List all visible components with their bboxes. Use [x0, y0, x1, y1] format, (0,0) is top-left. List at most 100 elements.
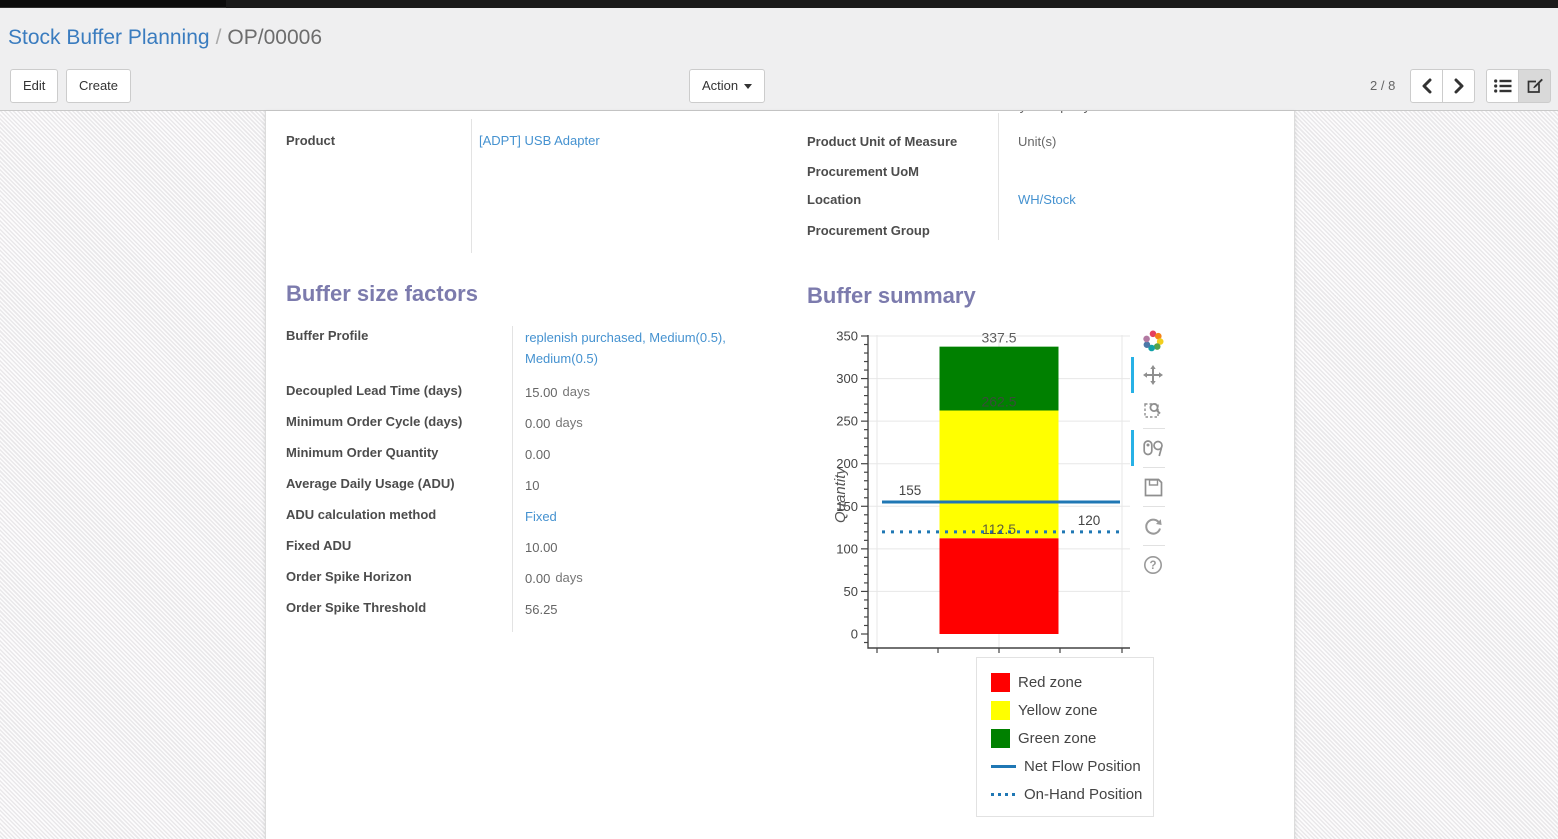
field-row: Decoupled Lead Time (days) 15.00days — [286, 382, 778, 413]
adu-method-label: ADU calculation method — [286, 506, 512, 522]
hover-compare-glyph — [1143, 440, 1163, 457]
location-field-label: Location — [807, 192, 1008, 223]
procurement-uom-field-value — [1008, 164, 1018, 192]
svg-text:337.5: 337.5 — [981, 330, 1016, 346]
list-view-button[interactable] — [1486, 69, 1519, 103]
action-label: Action — [702, 78, 738, 93]
top-navbar-edge — [0, 0, 1558, 8]
uom-field-value: Unit(s) — [1008, 134, 1056, 164]
modebar-active-indicator — [1131, 357, 1134, 393]
legend-item-red-zone[interactable]: Red zone — [991, 668, 1153, 696]
save-glyph — [1144, 478, 1163, 497]
field-row: Procurement UoM — [807, 164, 1287, 192]
company-value-clipped: My Company — [1008, 111, 1148, 116]
separator-product-group — [471, 119, 472, 253]
min-order-quantity-label: Minimum Order Quantity — [286, 444, 512, 460]
field-row: Buffer Profile replenish purchased, Medi… — [286, 327, 778, 382]
field-row: Location WH/Stock — [807, 192, 1287, 223]
stock-buffer-planning-page: Stock Buffer Planning/OP/00006 Edit Crea… — [0, 0, 1558, 839]
legend-item-green-zone[interactable]: Green zone — [991, 724, 1153, 752]
min-order-cycle-value: 0.00 — [525, 416, 550, 431]
svg-text:50: 50 — [844, 584, 858, 599]
legend-item-net-flow[interactable]: Net Flow Position — [991, 752, 1153, 780]
list-view-icon — [1494, 79, 1512, 93]
help-glyph: ? — [1143, 555, 1163, 575]
field-row: ADU calculation method Fixed — [286, 506, 778, 537]
decoupled-lead-time-label: Decoupled Lead Time (days) — [286, 382, 512, 398]
pager-next-button[interactable] — [1442, 69, 1475, 103]
box-zoom-icon[interactable] — [1138, 395, 1168, 423]
adu-label: Average Daily Usage (ADU) — [286, 475, 512, 491]
order-spike-horizon-suffix: days — [555, 570, 582, 585]
field-row: Product Unit of Measure Unit(s) — [807, 134, 1287, 164]
modebar-divider — [1143, 467, 1165, 468]
svg-text:262.5: 262.5 — [981, 394, 1016, 410]
product-field-value-link[interactable]: [ADPT] USB Adapter — [471, 133, 600, 148]
decoupled-lead-time-value: 15.00 — [525, 385, 558, 400]
field-row: Order Spike Threshold 56.25 — [286, 599, 778, 630]
chevron-right-icon — [1452, 78, 1466, 94]
min-order-cycle-label: Minimum Order Cycle (days) — [286, 413, 512, 429]
plotly-logo-icon[interactable] — [1138, 327, 1168, 355]
dotted-line-swatch-icon — [991, 793, 1016, 796]
action-dropdown-button[interactable]: Action — [689, 69, 765, 103]
create-button[interactable]: Create — [66, 69, 131, 103]
modebar-divider — [1143, 545, 1165, 546]
help-icon[interactable]: ? — [1138, 551, 1168, 579]
svg-text:155: 155 — [899, 483, 922, 498]
separator-info-group — [998, 113, 999, 240]
edit-button[interactable]: Edit — [10, 69, 58, 103]
buffer-profile-label: Buffer Profile — [286, 327, 512, 343]
form-view-button[interactable] — [1518, 69, 1551, 103]
pager-previous-button[interactable] — [1410, 69, 1443, 103]
reset-axes-glyph — [1143, 516, 1163, 536]
red-swatch-icon — [991, 673, 1010, 692]
form-sheet: My Company Product [ADPT] USB Adapter Pr… — [265, 111, 1295, 839]
chart-modebar: ? — [1138, 327, 1170, 579]
pan-icon[interactable] — [1138, 361, 1168, 389]
location-field-value-link[interactable]: WH/Stock — [1008, 192, 1076, 223]
modebar-active-indicator — [1131, 430, 1134, 466]
breadcrumb-parent-link[interactable]: Stock Buffer Planning — [8, 26, 210, 49]
breadcrumb-current: OP/00006 — [227, 26, 322, 49]
control-panel: Stock Buffer Planning/OP/00006 Edit Crea… — [0, 8, 1558, 111]
reset-axes-icon[interactable] — [1138, 512, 1168, 540]
chevron-left-icon — [1420, 78, 1434, 94]
hover-compare-icon[interactable] — [1138, 434, 1168, 462]
svg-text:112.5: 112.5 — [982, 521, 1016, 537]
fixed-adu-label: Fixed ADU — [286, 537, 512, 553]
chart-legend: Red zone Yellow zone Green zone Net Flow… — [976, 657, 1154, 817]
box-zoom-glyph — [1144, 400, 1162, 418]
svg-text:120: 120 — [1078, 513, 1101, 528]
svg-text:0: 0 — [851, 627, 858, 642]
buffer-factors-group: Buffer Profile replenish purchased, Medi… — [286, 327, 778, 630]
pan-glyph — [1143, 365, 1163, 385]
order-spike-horizon-label: Order Spike Horizon — [286, 568, 512, 584]
product-info-group: Product Unit of Measure Unit(s) Procurem… — [807, 134, 1287, 253]
modebar-divider — [1143, 428, 1165, 429]
svg-text:350: 350 — [836, 329, 858, 344]
procurement-group-field-label: Procurement Group — [807, 223, 1008, 253]
svg-text:Quantity: Quantity — [832, 466, 849, 523]
buffer-profile-value-link[interactable]: replenish purchased, Medium(0.5), Medium… — [525, 330, 726, 366]
svg-text:300: 300 — [836, 371, 858, 386]
legend-item-yellow-zone[interactable]: Yellow zone — [991, 696, 1153, 724]
plotly-logo-glyph — [1141, 329, 1165, 353]
breadcrumb: Stock Buffer Planning/OP/00006 — [8, 26, 322, 50]
min-order-quantity-value: 0.00 — [525, 447, 550, 462]
order-spike-horizon-value: 0.00 — [525, 571, 550, 586]
breadcrumb-separator: / — [210, 26, 228, 49]
form-background: My Company Product [ADPT] USB Adapter Pr… — [0, 111, 1558, 839]
procurement-group-field-value — [1008, 223, 1018, 253]
view-switcher — [1486, 69, 1551, 103]
legend-item-on-hand[interactable]: On-Hand Position — [991, 780, 1153, 808]
field-row: Minimum Order Cycle (days) 0.00days — [286, 413, 778, 444]
buffer-size-factors-title: Buffer size factors — [286, 281, 478, 307]
pager-counter: 2 / 8 — [1370, 69, 1395, 103]
field-row: Minimum Order Quantity 0.00 — [286, 444, 778, 475]
green-swatch-icon — [991, 729, 1010, 748]
save-icon[interactable] — [1138, 473, 1168, 501]
field-row: Order Spike Horizon 0.00 days — [286, 568, 778, 599]
adu-method-value-link[interactable]: Fixed — [525, 509, 557, 524]
fixed-adu-value: 10.00 — [525, 540, 558, 555]
